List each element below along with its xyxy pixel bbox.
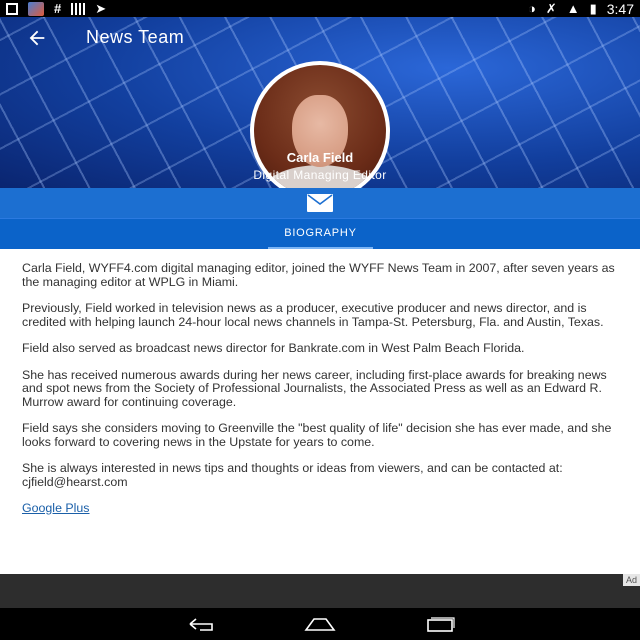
- hash-icon: #: [54, 1, 62, 16]
- profile-header: News Team Carla Field Digital Managing E…: [0, 17, 640, 188]
- mute-icon: ✗: [545, 0, 557, 16]
- biography-paragraph: She has received numerous awards during …: [22, 367, 607, 409]
- tab-biography-label: BIOGRAPHY: [284, 227, 357, 239]
- status-bar: # ➤ ◑ ✗ ▲ ▮ 3:47: [0, 0, 640, 17]
- arrow-icon: ➤: [95, 0, 107, 16]
- profile-role: Digital Managing Editor: [253, 168, 387, 182]
- system-nav-bar: [0, 608, 640, 640]
- nav-recents-icon[interactable]: [422, 615, 458, 633]
- biography-paragraph: Carla Field, WYFF4.com digital managing …: [22, 261, 615, 289]
- download-icon: [6, 2, 18, 15]
- ad-banner[interactable]: Ad: [0, 574, 640, 608]
- status-time: 3:47: [606, 0, 634, 17]
- vibrate-icon: ◑: [527, 1, 536, 16]
- google-plus-link[interactable]: Google Plus: [22, 501, 90, 516]
- tab-bar: BIOGRAPHY: [0, 218, 640, 250]
- envelope-icon: [307, 194, 333, 212]
- nav-back-icon[interactable]: [182, 615, 218, 633]
- nav-home-icon[interactable]: [302, 615, 338, 633]
- barcode-icon: [71, 2, 86, 15]
- biography-paragraph: Previously, Field worked in television n…: [22, 301, 604, 329]
- biography-paragraph: Field says she considers moving to Green…: [22, 421, 612, 449]
- email-button[interactable]: [0, 188, 640, 218]
- ad-label: Ad: [622, 574, 640, 586]
- arrow-left-icon: [29, 30, 45, 46]
- back-button[interactable]: [26, 27, 52, 53]
- biography-paragraph: Field also served as broadcast news dire…: [22, 341, 525, 355]
- page-title: News Team: [86, 27, 185, 47]
- tab-biography[interactable]: BIOGRAPHY: [268, 219, 373, 250]
- profile-name: Carla Field: [286, 150, 354, 165]
- biography-paragraph: She is always interested in news tips an…: [22, 461, 563, 489]
- wifi-icon: ▲: [566, 1, 580, 16]
- biography-content: Carla Field, WYFF4.com digital managing …: [0, 249, 640, 574]
- battery-icon: ▮: [589, 0, 597, 16]
- photo-icon: [28, 1, 44, 16]
- status-right-icons: ◑ ✗ ▲ ▮ 3:47: [528, 1, 634, 17]
- status-left-icons: # ➤: [6, 1, 106, 17]
